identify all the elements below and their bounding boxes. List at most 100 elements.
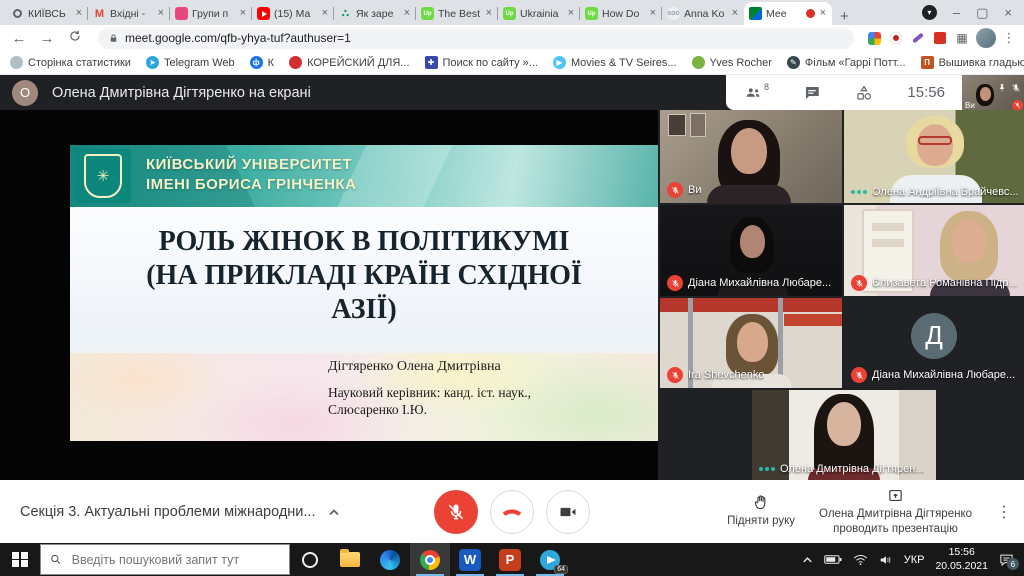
meeting-title-area[interactable]: Секція 3. Актуальні проблеми міжнародни.… [20,480,340,543]
tab-label: (15) Ма [274,8,317,20]
window-maximize-button[interactable]: ▢ [976,5,988,21]
word-button[interactable]: W [450,543,490,576]
address-bar[interactable]: meet.google.com/qfb-yhya-tuf?authuser=1 [98,28,854,49]
selfview-thumbnail[interactable]: Ви [962,75,1024,112]
window-close-button[interactable]: × [1004,5,1012,20]
tab-meet-active[interactable]: Мее × [744,2,832,25]
home-extension-icon[interactable] [866,30,882,46]
bookmark-k[interactable]: фК [250,56,274,69]
bookmark-label: Фільм «Гаррі Потт... [805,57,906,69]
tab-groups[interactable]: Групи п × [170,2,252,25]
participants-button[interactable]: 8 [743,84,769,102]
tray-chevron-icon[interactable] [802,556,813,564]
university-logo: ✳ [75,149,131,203]
bookmark-label: Movies & TV Seires... [571,57,677,69]
tab-close-icon[interactable]: × [819,7,827,20]
slide-advisor-line1: Науковий керівник: канд. іст. наук., [328,384,531,401]
tab-close-icon[interactable]: × [75,7,83,20]
bookmark-film[interactable]: ✎Фільм «Гаррі Потт... [787,56,906,69]
reload-button[interactable] [64,29,86,47]
participant-tile-ira[interactable]: Ira Shevchenko [660,298,842,388]
action-center-button[interactable]: 6 [999,553,1014,566]
media-control-icon[interactable]: ▾ [922,5,937,20]
tab-close-icon[interactable]: × [157,7,165,20]
bookmark-yvesrocher[interactable]: Yves Rocher [692,56,772,69]
presenting-status[interactable]: Олена Дмитрівна Дігтяренко проводить пре… [819,487,972,536]
tab-close-icon[interactable]: × [485,7,493,20]
more-options-icon[interactable]: ⋮ [996,502,1010,522]
window-minimize-button[interactable]: – [953,5,960,20]
slide-title-line1: РОЛЬ ЖІНОК В ПОЛІТИКУМІ [94,225,635,259]
tab-anna[interactable]: soo Anna Ko × [662,2,744,25]
meet-icon [749,7,762,20]
powerpoint-button[interactable]: P [490,543,530,576]
bookmark-embroidery[interactable]: ПВышивка гладью.... [921,56,1024,69]
tab-youtube[interactable]: (15) Ма × [252,2,334,25]
clock-date[interactable]: 15:56 20.05.2021 [935,546,988,572]
browser-menu-icon[interactable]: ⋮ [1002,30,1016,46]
raise-hand-button[interactable]: Підняти руку [727,494,795,528]
tab-close-icon[interactable]: × [567,7,575,20]
taskbar-search[interactable] [40,544,290,575]
participant-tile-diana-video[interactable]: Діана Михайлівна Любаре... [660,205,842,296]
battery-icon[interactable] [824,554,842,565]
tab-close-icon[interactable]: × [731,7,739,20]
participant-tile-yelyzaveta[interactable]: Єлизавета Романівна Підр... [844,205,1024,296]
feather-extension-icon[interactable] [910,30,926,46]
participant-tile-vy[interactable]: Ви [660,110,842,203]
bookmark-telegram[interactable]: ➤Telegram Web [146,56,235,69]
language-indicator[interactable]: УКР [904,554,925,566]
tab-label: Вхідні - [110,8,153,20]
forward-button[interactable]: → [36,30,58,47]
tab-upwork-how[interactable]: Up How Do × [580,2,662,25]
bookmark-sitesearch[interactable]: ✚Поиск по сайту »... [425,56,538,69]
volume-icon[interactable] [879,554,893,566]
tab-gmail-inbox[interactable]: M Вхідні - × [88,2,170,25]
tab-close-icon[interactable]: × [403,7,411,20]
chrome-button[interactable] [410,543,450,576]
chevron-up-icon[interactable] [328,508,340,516]
activities-shapes-icon [855,84,873,102]
mic-muted-icon [667,275,683,291]
participant-tile-diana-avatar[interactable]: Д Діана Михайлівна Любаре... [844,298,1024,388]
telegram-button[interactable]: 64 [530,543,570,576]
hang-up-button[interactable] [490,490,534,534]
record-extension-icon[interactable] [888,30,904,46]
tab-close-icon[interactable]: × [239,7,247,20]
telegram-icon: ➤ [146,56,159,69]
participant-tile-olena-d[interactable]: Олена Дмитрівна Дігтярен... [752,390,936,480]
wifi-icon[interactable] [853,554,868,566]
university-line2: ІМЕНІ БОРИСА ГРІНЧЕНКА [146,175,356,195]
meeting-clock: 15:56 [907,84,945,101]
tab-university-site[interactable]: КИЇВСЬ × [6,2,88,25]
tab-close-icon[interactable]: × [649,7,657,20]
extensions-puzzle-icon[interactable]: ▦ [954,30,970,46]
participant-name: Олена Андріївна Брайчевс... [872,186,1019,198]
chat-button[interactable] [803,84,821,102]
search-input[interactable] [70,552,280,568]
start-button[interactable] [0,543,40,576]
green-dots-icon: ∴ [339,7,352,20]
cortana-button[interactable] [290,543,330,576]
bookmark-korean[interactable]: КОРЕЙСКИЙ ДЛЯ... [289,56,409,69]
participant-tile-olena-a[interactable]: Олена Андріївна Брайчевс... [844,110,1024,203]
tab-how-register[interactable]: ∴ Як заре × [334,2,416,25]
slide-title-line2: (НА ПРИКЛАДІ КРАЇН СХІДНОЇ [94,259,635,293]
bookmark-stats[interactable]: Сторінка статистики [10,56,131,69]
bookmark-movies[interactable]: ▶Movies & TV Seires... [553,56,677,69]
activities-button[interactable] [855,84,873,102]
tab-upwork-ukraine[interactable]: Up Ukrainia × [498,2,580,25]
file-explorer-button[interactable] [330,543,370,576]
profile-avatar[interactable] [976,28,996,48]
tab-close-icon[interactable]: × [321,7,329,20]
lock-extension-icon[interactable] [932,30,948,46]
camera-toggle-button[interactable] [546,490,590,534]
back-button[interactable]: ← [8,30,30,47]
bookmark-label: Вышивка гладью.... [939,57,1024,69]
tab-upwork-best[interactable]: Up The Best × [416,2,498,25]
participant-name: Ви [688,184,701,196]
participant-avatar: Д [911,313,957,359]
edge-button[interactable] [370,543,410,576]
new-tab-button[interactable]: + [840,8,849,25]
mic-toggle-button[interactable] [434,490,478,534]
